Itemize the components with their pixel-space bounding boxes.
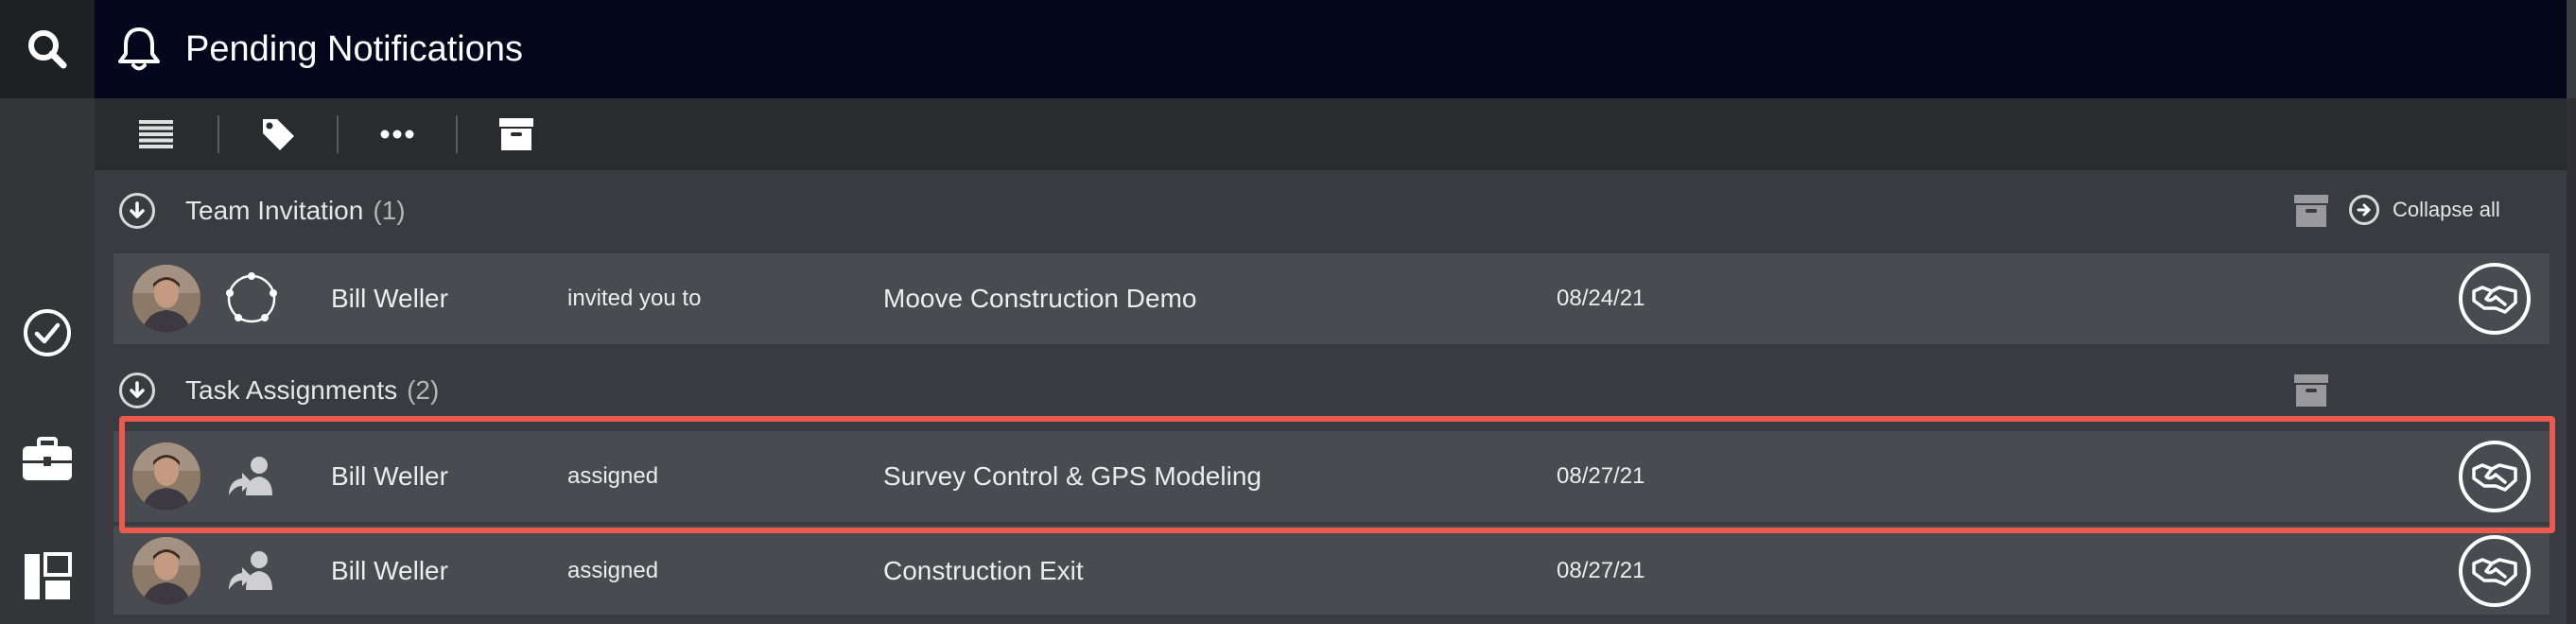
action-text: assigned xyxy=(567,558,659,583)
assign-user-icon xyxy=(221,541,282,601)
section-title-text: Task Assignments xyxy=(185,375,398,405)
avatar xyxy=(132,442,200,511)
handshake-icon xyxy=(2472,286,2517,314)
rail-board-button[interactable] xyxy=(0,539,95,615)
section-archive-button[interactable] xyxy=(2294,195,2328,227)
avatar xyxy=(132,265,200,333)
collapse-all-label: Collapse all xyxy=(2393,198,2500,221)
section-header-team-invitation: Team Invitation (1) Collapse all xyxy=(95,170,2567,251)
section-toggle-button[interactable] xyxy=(119,193,155,229)
check-circle-icon xyxy=(24,309,71,356)
arrow-down-icon xyxy=(130,201,145,218)
action-text: invited you to xyxy=(567,286,702,311)
action-text: assigned xyxy=(567,463,659,489)
rail-search-button[interactable] xyxy=(0,0,95,98)
date-text: 08/27/21 xyxy=(1557,558,1645,583)
arrow-right-icon xyxy=(2349,195,2379,225)
toolbar xyxy=(95,98,2567,170)
sender-name: Bill Weller xyxy=(331,556,448,585)
section-header-task-assignments: Task Assignments (2) xyxy=(95,350,2567,431)
accept-button[interactable] xyxy=(2459,263,2531,335)
page-title: Pending Notifications xyxy=(185,28,523,69)
accept-button[interactable] xyxy=(2459,441,2531,512)
more-button[interactable] xyxy=(339,98,456,170)
archive-icon xyxy=(499,118,533,150)
more-icon xyxy=(380,130,414,139)
bell-icon xyxy=(115,26,163,73)
left-rail xyxy=(0,0,95,624)
section-toggle-button[interactable] xyxy=(119,373,155,408)
page-header: Pending Notifications xyxy=(95,0,2576,98)
archive-icon xyxy=(2294,374,2328,407)
arrow-down-icon xyxy=(130,381,145,398)
list-item[interactable]: Bill Weller assigned Survey Control & GP… xyxy=(113,431,2550,522)
notification-list: Team Invitation (1) Collapse all Bill We… xyxy=(95,170,2567,624)
app: Pending Notifications Team Invitation (1… xyxy=(0,0,2576,624)
rail-projects-button[interactable] xyxy=(0,422,95,497)
tag-icon xyxy=(263,119,294,150)
list-item[interactable]: Bill Weller invited you to Moove Constru… xyxy=(113,253,2550,344)
list-item[interactable]: Bill Weller assigned Construction Exit 0… xyxy=(113,526,2550,615)
collapse-all-button[interactable]: Collapse all xyxy=(2349,195,2500,225)
handshake-icon xyxy=(2472,558,2517,586)
section-title: Team Invitation (1) xyxy=(185,196,406,226)
sender-name: Bill Weller xyxy=(331,284,448,313)
scrollbar-edge[interactable] xyxy=(2567,0,2576,98)
rail-tasks-button[interactable] xyxy=(0,295,95,371)
date-text: 08/27/21 xyxy=(1557,463,1645,489)
assign-user-icon xyxy=(221,446,282,507)
search-icon xyxy=(28,30,67,69)
list-view-button[interactable] xyxy=(95,98,218,170)
avatar xyxy=(132,537,200,605)
subject-text: Construction Exit xyxy=(883,556,1084,585)
accept-button[interactable] xyxy=(2459,535,2531,607)
section-count: (1) xyxy=(373,196,406,225)
archive-icon xyxy=(2294,195,2328,227)
team-circle-icon xyxy=(221,269,282,329)
tag-button[interactable] xyxy=(219,98,337,170)
briefcase-icon xyxy=(23,437,72,480)
section-title-text: Team Invitation xyxy=(185,196,364,225)
layout-icon xyxy=(25,552,72,599)
sender-name: Bill Weller xyxy=(331,461,448,491)
subject-text: Survey Control & GPS Modeling xyxy=(883,461,1262,491)
subject-text: Moove Construction Demo xyxy=(883,284,1197,313)
section-count: (2) xyxy=(407,375,440,405)
handshake-icon xyxy=(2472,463,2517,492)
list-icon xyxy=(139,120,173,148)
archive-button[interactable] xyxy=(458,98,575,170)
section-archive-button[interactable] xyxy=(2294,374,2328,407)
section-title: Task Assignments (2) xyxy=(185,375,439,406)
date-text: 08/24/21 xyxy=(1557,286,1645,311)
